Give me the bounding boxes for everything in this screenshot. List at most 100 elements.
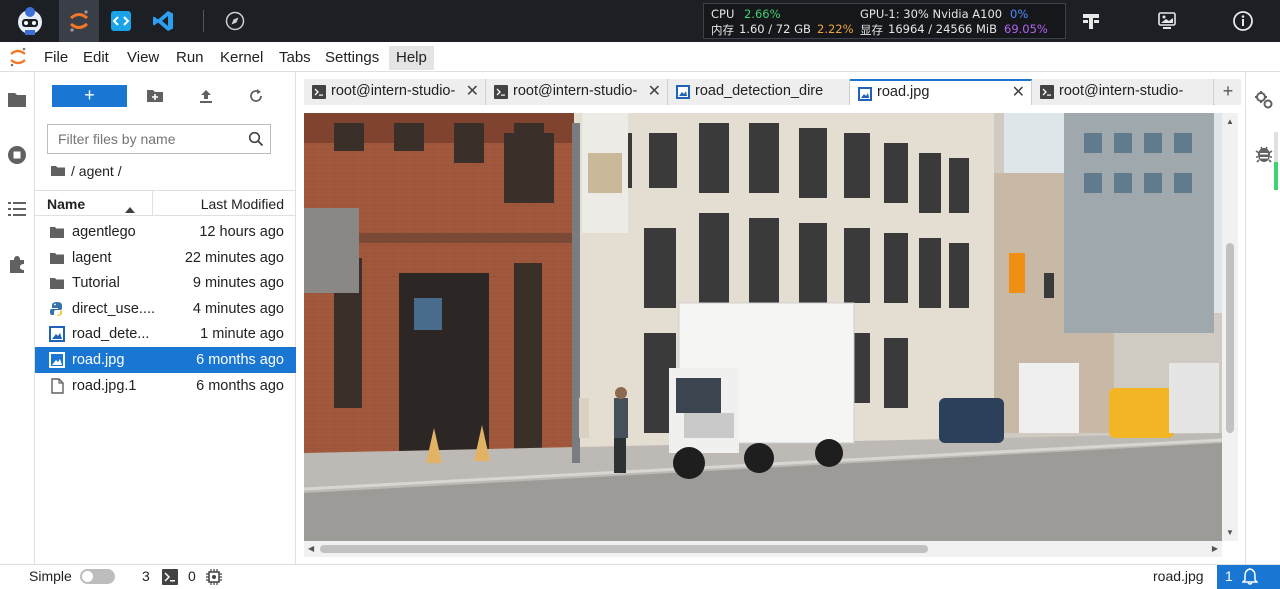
file-row[interactable]: road.jpg 6 months ago	[35, 347, 296, 373]
tab-terminal-1[interactable]: root@intern-studio- ✕	[304, 79, 486, 105]
jupyter-icon[interactable]	[59, 0, 99, 42]
property-inspector-icon[interactable]	[1254, 90, 1274, 115]
file-row[interactable]: lagent 22 minutes ago	[35, 245, 296, 271]
top-bar: CPU 2.66% 内存 1.60 / 72 GB 2.22% GPU-1: 3…	[0, 0, 1280, 42]
tab-label: road.jpg	[877, 84, 930, 100]
cpu-value: 2.66%	[744, 7, 781, 21]
menu-tabs[interactable]: Tabs	[272, 46, 318, 70]
close-icon[interactable]: ✕	[1012, 81, 1025, 104]
vertical-scrollbar[interactable]: ▲ ▼	[1222, 113, 1238, 541]
vscode-icon[interactable]	[146, 0, 180, 42]
file-row[interactable]: Tutorial 9 minutes ago	[35, 270, 296, 296]
vertical-scroll-thumb[interactable]	[1226, 243, 1234, 433]
horizontal-scrollbar[interactable]: ◀ ▶	[304, 541, 1222, 557]
resource-monitor: CPU 2.66% 内存 1.60 / 72 GB 2.22% GPU-1: 3…	[703, 3, 1066, 39]
tab-label: root@intern-studio-	[513, 83, 638, 99]
jupyter-logo-icon	[8, 46, 28, 68]
terminal-icon[interactable]	[162, 569, 178, 588]
vram-percent: 69.05%	[1004, 22, 1048, 36]
file-icon	[49, 377, 65, 394]
column-divider[interactable]	[152, 191, 153, 215]
scroll-down-icon[interactable]: ▼	[1226, 528, 1234, 537]
table-of-contents-icon[interactable]	[6, 198, 28, 220]
file-modified: 9 minutes ago	[192, 275, 284, 292]
file-modified: 6 months ago	[196, 352, 284, 368]
road-photo	[304, 113, 1222, 549]
mem-percent: 2.22%	[817, 22, 854, 36]
folder-icon	[49, 250, 65, 266]
gpu-value: 0%	[1010, 7, 1029, 21]
menu-edit[interactable]: Edit	[76, 46, 116, 70]
running-sessions-icon[interactable]	[6, 144, 28, 166]
performance-icon[interactable]	[1074, 0, 1108, 42]
sort-ascending-icon	[125, 200, 135, 216]
menu-view[interactable]: View	[120, 46, 166, 70]
new-launcher-button[interactable]: +	[52, 85, 127, 107]
tab-road-detection[interactable]: road_detection_dire	[668, 79, 850, 105]
current-file-name: road.jpg	[1153, 568, 1204, 584]
intern-studio-logo-icon[interactable]	[8, 0, 52, 42]
compass-icon[interactable]	[220, 0, 250, 42]
file-row[interactable]: agentlego 12 hours ago	[35, 219, 296, 245]
menu-kernel[interactable]: Kernel	[213, 46, 270, 70]
filter-files-input[interactable]: Filter files by name	[47, 124, 271, 154]
terminal-icon	[312, 85, 326, 99]
bell-icon	[1241, 568, 1259, 588]
close-icon[interactable]: ✕	[466, 79, 479, 104]
toolbar-divider	[203, 10, 204, 32]
vram-label: 显存	[860, 23, 883, 37]
gpu-label: GPU-1: 30% Nvidia A100	[860, 7, 1003, 21]
vram-value: 16964 / 24566 MiB	[888, 22, 998, 36]
tab-label: road_detection_dire	[695, 83, 824, 99]
monitor-image-icon[interactable]	[1150, 0, 1184, 42]
new-folder-icon[interactable]	[144, 85, 166, 107]
info-icon[interactable]	[1226, 0, 1260, 42]
scroll-right-icon[interactable]: ▶	[1212, 544, 1218, 553]
close-icon[interactable]: ✕	[648, 79, 661, 104]
tab-terminal-3[interactable]: root@intern-studio-	[1032, 79, 1214, 105]
file-row[interactable]: road.jpg.1 6 months ago	[35, 373, 296, 399]
extensions-icon[interactable]	[6, 253, 28, 275]
terminal-icon	[494, 85, 508, 99]
image-viewer	[304, 105, 1241, 559]
column-last-modified[interactable]: Last Modified	[201, 196, 284, 212]
column-name[interactable]: Name	[47, 196, 85, 212]
folder-icon[interactable]	[6, 89, 28, 111]
add-tab-button[interactable]: +	[1215, 79, 1241, 105]
folder-icon	[49, 275, 65, 291]
file-browser: + Filter files by name / agent / Name La…	[35, 72, 296, 564]
menu-run[interactable]: Run	[169, 46, 211, 70]
refresh-icon[interactable]	[245, 85, 267, 107]
menu-file[interactable]: File	[37, 46, 75, 70]
menu-settings[interactable]: Settings	[318, 46, 386, 70]
terminal-count[interactable]: 3	[142, 568, 150, 584]
scroll-left-icon[interactable]: ◀	[308, 544, 314, 553]
tab-terminal-2[interactable]: root@intern-studio- ✕	[486, 79, 668, 105]
file-modified: 12 hours ago	[199, 224, 284, 240]
debugger-icon[interactable]	[1254, 144, 1274, 169]
horizontal-scroll-thumb[interactable]	[320, 545, 928, 553]
tab-road-jpg[interactable]: road.jpg ✕	[850, 79, 1032, 105]
file-row[interactable]: direct_use.... 4 minutes ago	[35, 296, 296, 322]
upload-icon[interactable]	[195, 85, 217, 107]
code-editor-icon[interactable]	[104, 0, 138, 42]
kernel-count[interactable]: 0	[188, 568, 196, 584]
image-file-icon	[49, 352, 65, 368]
file-modified: 4 minutes ago	[192, 300, 284, 317]
breadcrumb-path: / agent /	[71, 163, 122, 179]
terminal-icon	[1040, 85, 1054, 99]
kernel-icon[interactable]	[206, 569, 222, 588]
document-tab-bar: root@intern-studio- ✕ root@intern-studio…	[304, 79, 1241, 105]
notification-count: 1	[1225, 568, 1233, 584]
file-row[interactable]: road_dete... 1 minute ago	[35, 321, 296, 347]
menu-help[interactable]: Help	[389, 46, 434, 70]
notifications-button[interactable]: 1	[1217, 565, 1280, 589]
file-name: Tutorial	[72, 275, 120, 292]
simple-mode-toggle[interactable]	[80, 569, 115, 584]
file-list-header: Name Last Modified	[35, 190, 296, 216]
breadcrumb[interactable]: / agent /	[51, 163, 122, 179]
file-name: road.jpg	[72, 352, 125, 368]
status-bar: Simple 3 0 road.jpg 1	[0, 564, 1280, 589]
file-name: lagent	[72, 249, 112, 266]
scroll-up-icon[interactable]: ▲	[1226, 117, 1234, 126]
